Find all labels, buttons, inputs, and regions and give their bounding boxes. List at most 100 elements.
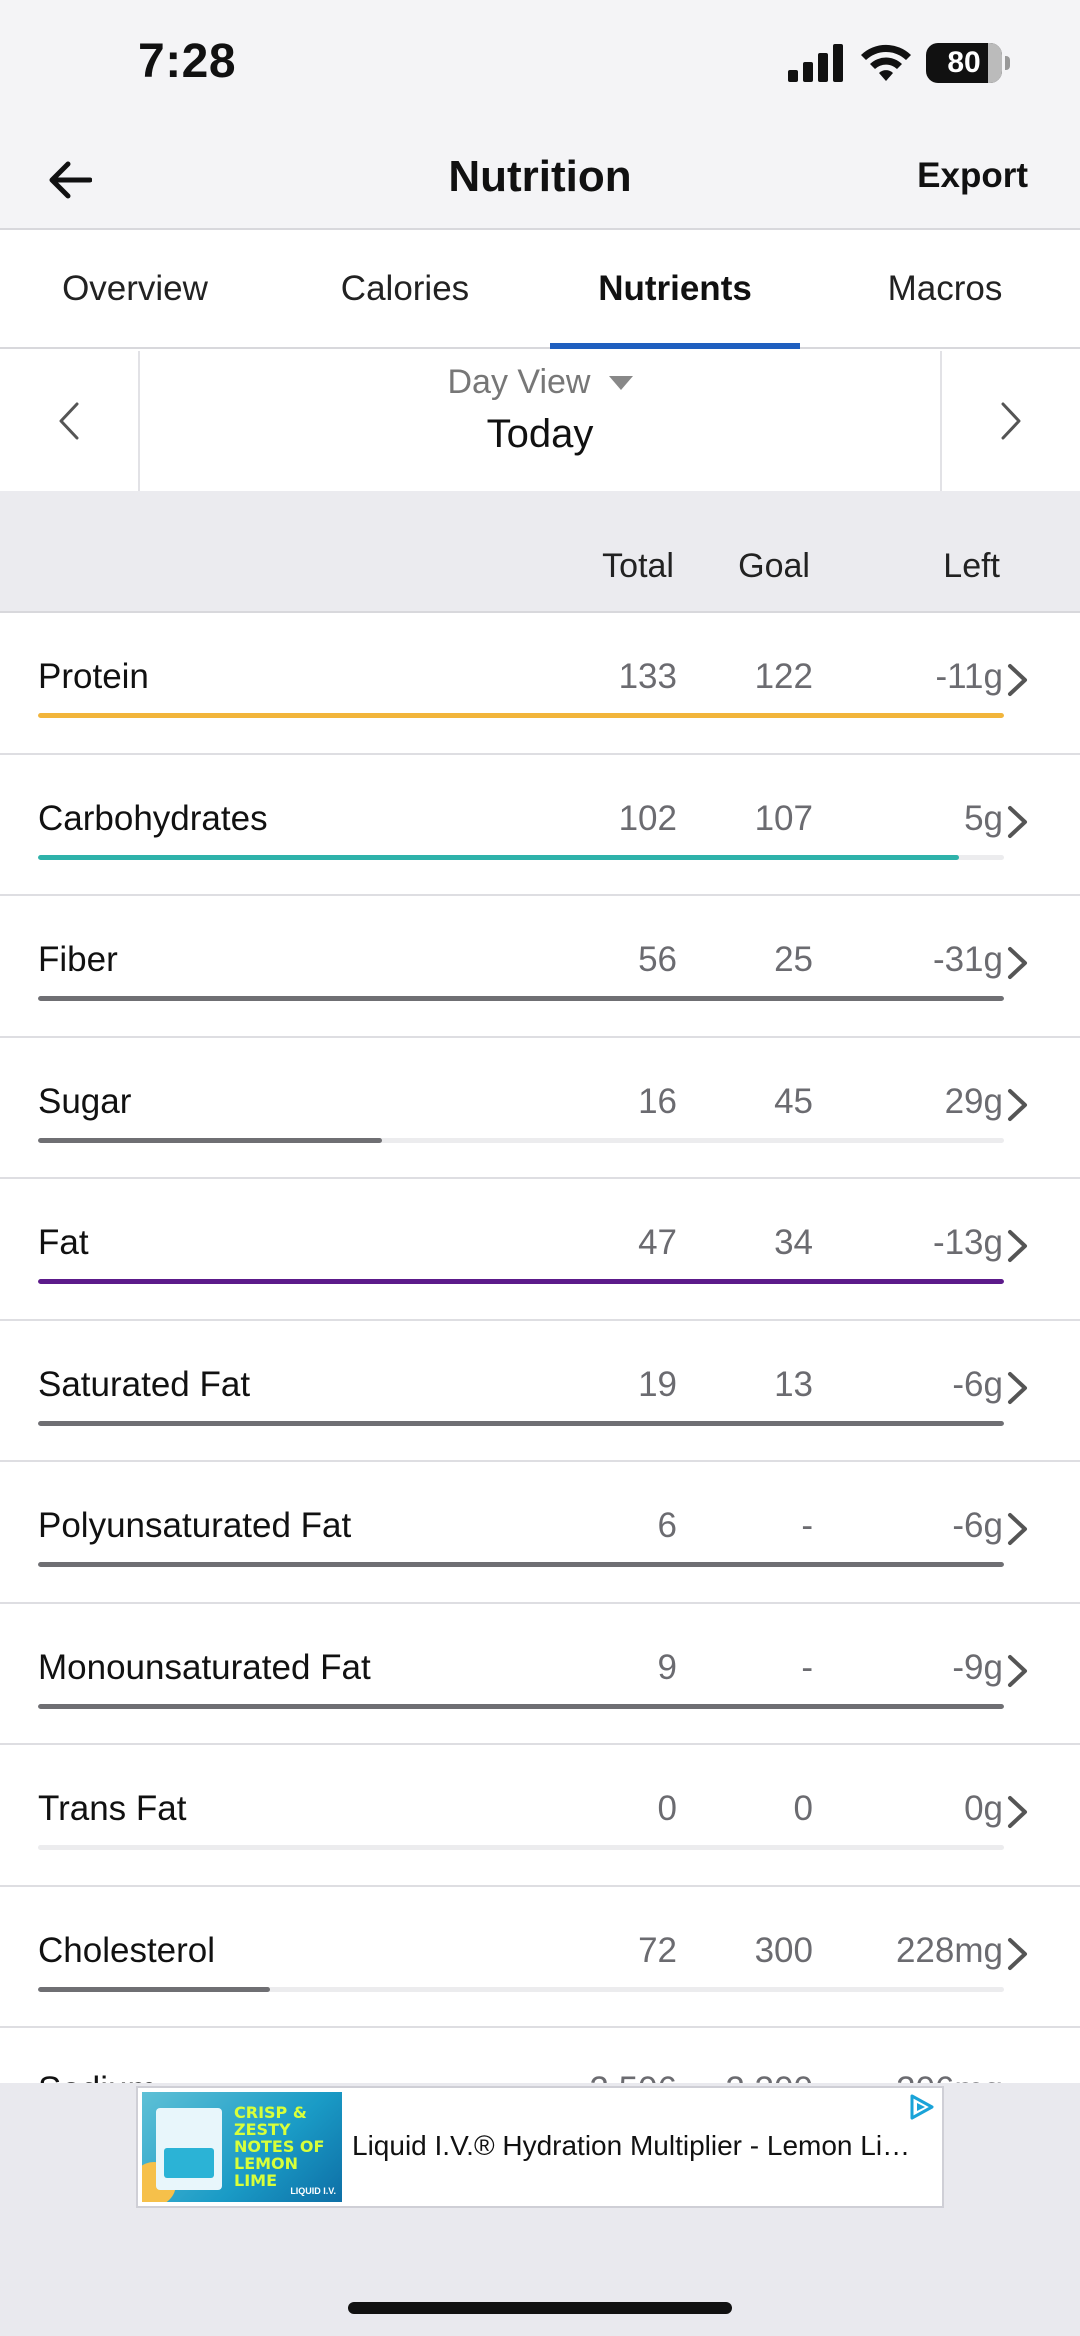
export-button[interactable]: Export [917, 156, 1028, 196]
nutrient-row-cholesterol[interactable]: Cholesterol 72 300 228mg [0, 1886, 1080, 2028]
chevron-right-icon [1008, 805, 1027, 838]
progress-fill [38, 1986, 270, 1992]
status-bar: 7:28 80 [0, 0, 1080, 130]
nutrient-row-trans-fat[interactable]: Trans Fat 0 0 0g [0, 1745, 1080, 1887]
chevron-right-icon [1008, 1654, 1027, 1687]
nutrient-name: Cholesterol [38, 1930, 216, 1970]
nutrient-goal: 25 [774, 940, 813, 979]
progress-bar [38, 1137, 1004, 1143]
nutrient-name: Monounsaturated Fat [38, 1647, 371, 1687]
nutrient-row-protein[interactable]: Protein 133 122 -11g [0, 613, 1080, 755]
header-left: Left [943, 547, 1000, 585]
date-selector[interactable]: Day View Today [140, 351, 940, 491]
header-total: Total [602, 547, 674, 585]
chevron-right-icon [1001, 402, 1021, 440]
progress-fill [38, 1562, 1004, 1567]
nutrient-goal: 45 [774, 1081, 813, 1121]
tab-bar: Overview Calories Nutrients Macros [0, 231, 1080, 349]
progress-fill [38, 854, 959, 860]
wifi-icon [861, 44, 911, 81]
nutrient-total: 133 [618, 657, 677, 696]
nutrient-total: 72 [638, 1930, 677, 1970]
nutrient-left: -6g [952, 1506, 1003, 1545]
nutrient-name: Fat [38, 1223, 89, 1262]
nutrient-goal: - [801, 1506, 813, 1545]
nutrient-name: Saturated Fat [38, 1364, 251, 1404]
battery-level: 80 [947, 46, 981, 79]
nutrient-name: Polyunsaturated Fat [38, 1506, 352, 1545]
view-mode-dropdown[interactable]: Day View [448, 363, 633, 402]
nutrient-total: 9 [657, 1647, 677, 1687]
nutrient-name: Sugar [38, 1081, 132, 1121]
dropdown-triangle-icon [608, 375, 633, 390]
nutrient-goal: 107 [754, 798, 813, 838]
nutrient-left: 228mg [895, 1930, 1003, 1970]
nutrient-row-fiber[interactable]: Fiber 56 25 -31g [0, 896, 1080, 1038]
navigation-bar: Nutrition Export [0, 130, 1080, 230]
nutrient-goal: 300 [754, 1930, 813, 1970]
progress-bar [38, 1986, 1004, 1992]
ad-image-text: CRISP & ZESTY NOTES OF LEMON LIME [234, 2103, 325, 2190]
tab-macros[interactable]: Macros [810, 231, 1080, 347]
nutrient-row-sugar[interactable]: Sugar 16 45 29g [0, 1037, 1080, 1179]
nutrient-left: -31g [932, 940, 1003, 979]
nutrient-left: -13g [932, 1223, 1003, 1262]
tab-nutrients[interactable]: Nutrients [540, 231, 810, 349]
progress-bar [38, 1420, 1004, 1426]
progress-fill [38, 1137, 382, 1143]
status-time: 7:28 [138, 35, 237, 88]
nutrient-total: 19 [638, 1364, 677, 1404]
nutrient-total: 0 [657, 1789, 677, 1828]
ad-image-brand: LIQUID I.V. [290, 2186, 336, 2196]
nutrient-name: Trans Fat [38, 1789, 187, 1828]
date-navigator: Day View Today [0, 351, 1080, 491]
nutrient-left: 5g [964, 798, 1003, 838]
date-label: Today [486, 412, 594, 456]
progress-bar [38, 1703, 1004, 1709]
chevron-right-icon [1008, 664, 1027, 696]
nutrient-row-saturated-fat[interactable]: Saturated Fat 19 13 -6g [0, 1320, 1080, 1462]
chevron-right-icon [1008, 1371, 1027, 1404]
nutrient-left: 0g [964, 1789, 1003, 1828]
nutrient-row-fat[interactable]: Fat 47 34 -13g [0, 1179, 1080, 1321]
progress-fill [38, 713, 1004, 718]
nutrient-name: Protein [38, 657, 149, 696]
chevron-right-icon [1008, 1513, 1027, 1545]
cellular-signal-icon [788, 44, 843, 82]
progress-fill [38, 996, 1004, 1001]
chevron-left-icon [59, 402, 79, 440]
nutrient-left: -9g [952, 1647, 1003, 1687]
ad-text: Liquid I.V.® Hydration Multiplier - Lemo… [352, 2130, 914, 2161]
tab-overview[interactable]: Overview [0, 231, 270, 347]
previous-day-button[interactable] [0, 351, 140, 491]
tab-calories[interactable]: Calories [270, 231, 540, 347]
ad-banner[interactable]: CRISP & ZESTY NOTES OF LEMON LIME LIQUID… [136, 2086, 944, 2208]
nutrient-total: 56 [638, 940, 677, 979]
nutrient-goal: 13 [774, 1364, 813, 1404]
nutrient-left: -6g [952, 1364, 1003, 1404]
nutrient-row-carbohydrates[interactable]: Carbohydrates 102 107 5g [0, 754, 1080, 896]
progress-bar [38, 1562, 1004, 1567]
nutrient-total: 6 [657, 1506, 677, 1545]
nutrient-total: 47 [638, 1223, 677, 1262]
nutrient-total: 102 [618, 798, 677, 838]
nutrient-total: 16 [638, 1081, 677, 1121]
nutrient-row-sodium[interactable]: Sodium 2,506 2,300 -206mg [0, 2028, 1080, 2088]
chevron-right-icon [1008, 1230, 1027, 1262]
ad-image: CRISP & ZESTY NOTES OF LEMON LIME LIQUID… [142, 2092, 342, 2202]
nutrient-goal: 0 [793, 1789, 813, 1828]
nutrient-row-monounsaturated-fat[interactable]: Monounsaturated Fat 9 - -9g [0, 1603, 1080, 1745]
chevron-right-icon [1008, 1796, 1027, 1828]
progress-fill [38, 1703, 1004, 1709]
progress-bar [38, 1279, 1004, 1284]
nutrient-name: Carbohydrates [38, 798, 268, 838]
adchoices-icon[interactable] [906, 2092, 936, 2122]
nutrient-row-polyunsaturated-fat[interactable]: Polyunsaturated Fat 6 - -6g [0, 1462, 1080, 1604]
progress-fill [38, 1420, 1004, 1426]
chevron-right-icon [1008, 1937, 1027, 1970]
nutrient-goal: 34 [774, 1223, 813, 1262]
next-day-button[interactable] [940, 351, 1080, 491]
view-mode-label: Day View [447, 363, 591, 401]
chevron-right-icon [1008, 1088, 1027, 1121]
nutrient-table-header: Total Goal Left [0, 491, 1080, 613]
